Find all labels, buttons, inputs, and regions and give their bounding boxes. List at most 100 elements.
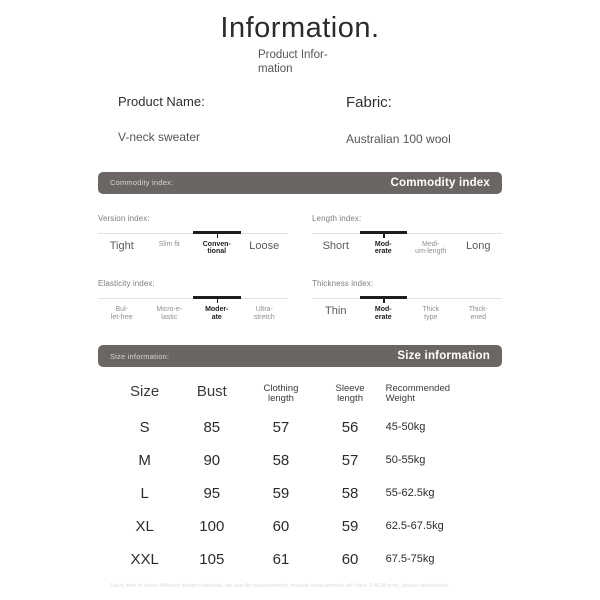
page-header: Information. Product Infor- mation <box>0 0 600 76</box>
cell-clothing-length: 60 <box>272 517 290 535</box>
cell-clothing-length: 59 <box>272 484 290 502</box>
length-option-moderate[interactable]: Mod- erate <box>360 241 408 256</box>
thickness-index-title: Thickness index: <box>312 279 374 289</box>
option-label-line-1: Mod- <box>374 240 392 248</box>
size-table: Size Bust Clothing length Sleeve length <box>112 383 496 576</box>
size-table-wrapper: Size Bust Clothing length Sleeve length <box>0 383 600 576</box>
option-label-line-2: erate <box>374 248 392 256</box>
column-header-size: Size <box>112 383 177 411</box>
length-option-medium-length[interactable]: Medi- um-length <box>407 241 455 256</box>
cell-recommended-weight: 50-55kg <box>385 454 426 467</box>
thickness-index-labels: Thin Mod- erate Thick type Thick- ened <box>312 306 502 321</box>
size-information-banner-title: Size information <box>397 350 490 363</box>
page-subtitle-line-1: Product Infor- <box>258 49 328 62</box>
length-index: Length index: Short Mod- erate Medi- um-… <box>312 214 502 256</box>
elasticity-option-bullet-free[interactable]: Bul- let-free <box>98 306 146 321</box>
option-label-line-1: Tight <box>109 239 134 252</box>
size-table-body: S 85 57 56 45-50kg M 90 58 57 50-55kg L … <box>112 411 496 576</box>
option-label-line-2: ate <box>211 313 222 321</box>
thickness-option-moderate[interactable]: Mod- erate <box>360 306 408 321</box>
length-index-title: Length index: <box>312 213 362 223</box>
column-header-clothing-length: Clothing length <box>246 383 315 411</box>
cell-recommended-weight: 62.5-67.5kg <box>385 520 444 533</box>
product-information-page: Information. Product Infor- mation Produ… <box>0 0 600 600</box>
cell-recommended-weight: 55-62.5kg <box>385 487 435 500</box>
option-label-line-1: Thin <box>325 305 347 318</box>
elasticity-option-moderate[interactable]: Moder- ate <box>193 306 241 321</box>
track-line <box>312 232 502 234</box>
page-subtitle: Product Infor- mation <box>222 49 378 75</box>
length-option-short[interactable]: Short <box>312 240 360 256</box>
header-line-1: Size <box>130 383 160 401</box>
version-index-labels: Tight Slim fit Conven- tional Loose <box>98 239 289 256</box>
elasticity-index-track[interactable] <box>98 295 288 304</box>
elasticity-index-title: Elasticity index: <box>98 279 155 289</box>
option-label-line-1: Long <box>466 239 491 252</box>
version-index-track[interactable] <box>98 230 288 238</box>
cell-size: M <box>138 451 151 469</box>
header-line-2: length <box>337 393 363 405</box>
version-option-slim-fit[interactable]: Slim fit <box>146 241 194 256</box>
version-option-tight[interactable]: Tight <box>98 239 146 256</box>
header-line-2: Weight <box>385 393 415 405</box>
header-line-2: length <box>267 393 294 405</box>
thickness-option-thickened[interactable]: Thick- ened <box>455 306 503 321</box>
column-header-bust: Bust <box>177 383 246 411</box>
length-index-labels: Short Mod- erate Medi- um-length Long <box>312 239 503 256</box>
option-label-line-2: um-length <box>415 248 447 256</box>
version-option-conventional[interactable]: Conven- tional <box>193 241 241 256</box>
cell-clothing-length: 57 <box>272 418 290 436</box>
elasticity-option-micro-elastic[interactable]: Micro-e- lastic <box>146 306 194 321</box>
header-line-1: Bust <box>196 383 227 401</box>
cell-clothing-length: 61 <box>272 550 290 568</box>
product-summary: Product Name: V-neck sweater Fabric: Aus… <box>0 94 600 146</box>
index-section: Version index: Tight Slim fit Conven- ti… <box>0 214 600 321</box>
thickness-index-track[interactable] <box>312 295 502 304</box>
thickness-option-thick-type[interactable]: Thick type <box>407 306 455 321</box>
column-header-recommended-weight: Recommended Weight <box>385 383 496 411</box>
table-row: L 95 59 58 55-62.5kg <box>112 477 496 510</box>
option-label-line-1: Thick <box>422 306 440 314</box>
track-pointer <box>216 299 219 304</box>
cell-recommended-weight: 67.5-75kg <box>385 553 435 566</box>
track-line <box>312 298 502 300</box>
page-title: Information. <box>220 12 380 44</box>
option-label-line-2: tional <box>207 248 227 256</box>
elasticity-index-labels: Bul- let-free Micro-e- lastic Moder- ate… <box>98 306 288 321</box>
length-option-long[interactable]: Long <box>455 239 503 256</box>
cell-bust: 100 <box>199 517 225 535</box>
product-name-value: V-neck sweater <box>118 129 201 144</box>
cell-sleeve-length: 58 <box>341 484 359 502</box>
fabric-block: Fabric: Australian 100 wool <box>346 94 546 146</box>
option-label-line-1: Thick- <box>468 306 488 314</box>
length-index-track[interactable] <box>312 230 502 238</box>
commodity-index-banner-caption: Commodity index: <box>110 178 174 188</box>
option-label-line-2: stretch <box>253 313 275 321</box>
commodity-index-banner: Commodity index: Commodity index <box>98 171 502 194</box>
thickness-option-thin[interactable]: Thin <box>312 306 360 321</box>
cell-sleeve-length: 59 <box>341 517 359 535</box>
column-header-sleeve-length: Sleeve length <box>315 383 384 411</box>
track-pointer <box>383 299 385 304</box>
cell-sleeve-length: 56 <box>341 418 359 436</box>
cell-bust: 105 <box>199 550 225 568</box>
table-header-row: Size Bust Clothing length Sleeve length <box>112 383 496 411</box>
option-label-line-1: Bul- <box>115 306 128 314</box>
table-row: XL 100 60 59 62.5-67.5kg <box>112 510 496 543</box>
option-label-line-1: Mod- <box>374 306 392 314</box>
option-label-line-2: type <box>424 313 438 321</box>
index-row-top: Version index: Tight Slim fit Conven- ti… <box>98 214 502 256</box>
commodity-index-banner-title: Commodity index <box>390 176 490 189</box>
cell-sleeve-length: 60 <box>341 550 359 568</box>
cell-size: L <box>140 484 149 502</box>
table-row: S 85 57 56 45-50kg <box>112 411 496 444</box>
elasticity-option-ultra-stretch[interactable]: Ultra- stretch <box>241 306 289 321</box>
fabric-value: Australian 100 wool <box>346 131 451 146</box>
option-label-line-1: Conven- <box>202 240 231 248</box>
elasticity-index: Elasticity index: Bul- let-free Micro-e-… <box>98 279 288 321</box>
option-label-line-2: ened <box>470 313 487 321</box>
option-label-line-2: lastic <box>161 313 178 321</box>
option-label-line-1: Ultra- <box>255 306 273 314</box>
version-option-loose[interactable]: Loose <box>241 240 289 256</box>
cell-size: XXL <box>130 550 159 568</box>
